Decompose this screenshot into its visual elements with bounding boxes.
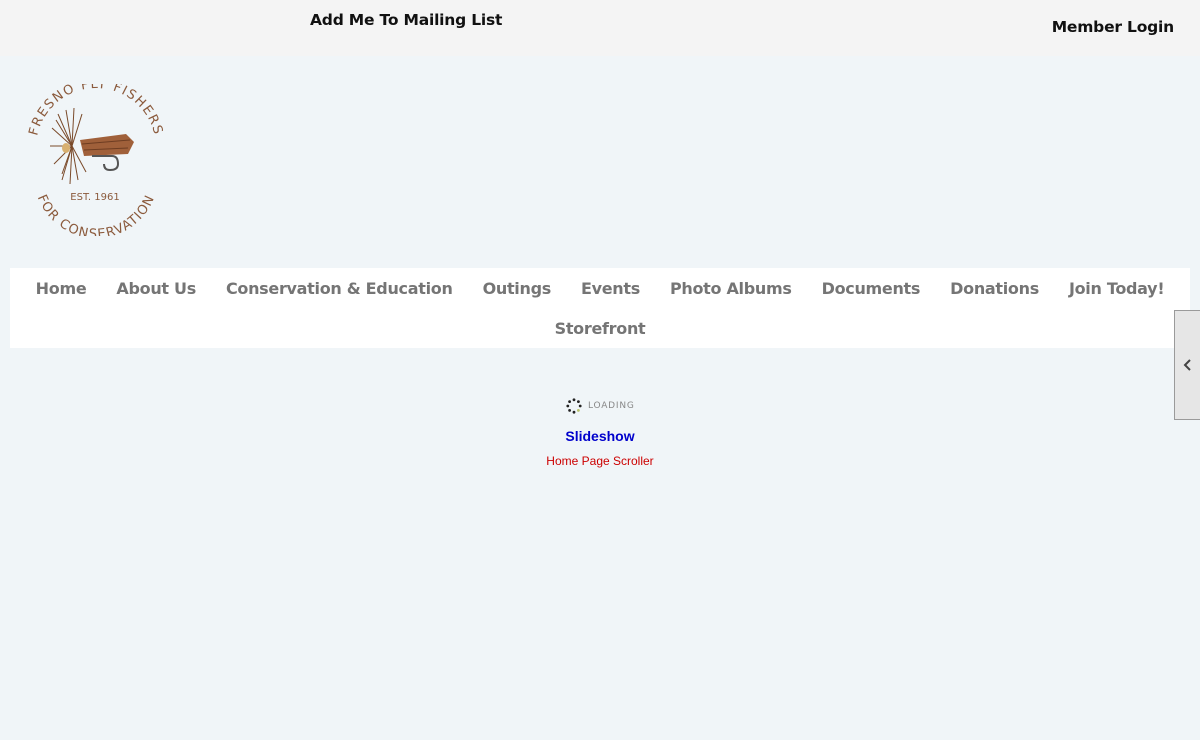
logo-top-text: FRESNO FLY FISHERS bbox=[26, 77, 164, 137]
fly-fishers-logo-graphic: FRESNO FLY FISHERS FOR CONSERVATION EST.… bbox=[26, 77, 165, 242]
slideshow-label: Slideshow bbox=[565, 428, 635, 444]
main-navigation: Home About Us Conservation & Education O… bbox=[10, 268, 1190, 348]
loading-text: LOADING bbox=[588, 401, 635, 411]
nav-events[interactable]: Events bbox=[566, 279, 655, 298]
member-login-link[interactable]: Member Login bbox=[1052, 18, 1175, 36]
nav-photo-albums[interactable]: Photo Albums bbox=[655, 279, 807, 298]
nav-home[interactable]: Home bbox=[21, 279, 102, 298]
home-page-scroller-label: Home Page Scroller bbox=[546, 454, 654, 468]
site-logo[interactable]: FRESNO FLY FISHERS FOR CONSERVATION EST.… bbox=[22, 77, 168, 242]
top-bar: Add Me To Mailing List Member Login bbox=[0, 0, 1200, 56]
nav-join-today[interactable]: Join Today! bbox=[1054, 279, 1179, 298]
nav-storefront[interactable]: Storefront bbox=[540, 319, 661, 338]
loading-spinner-icon bbox=[566, 398, 582, 414]
logo-established: EST. 1961 bbox=[70, 192, 119, 203]
loading-indicator: LOADING bbox=[566, 398, 635, 414]
nav-outings[interactable]: Outings bbox=[468, 279, 566, 298]
nav-documents[interactable]: Documents bbox=[807, 279, 936, 298]
side-panel-toggle[interactable] bbox=[1174, 310, 1200, 420]
nav-row: Storefront bbox=[10, 308, 1190, 348]
mailing-list-link[interactable]: Add Me To Mailing List bbox=[310, 11, 502, 29]
fly-icon bbox=[50, 107, 134, 185]
chevron-left-icon bbox=[1183, 359, 1191, 371]
nav-about-us[interactable]: About Us bbox=[101, 279, 211, 298]
nav-conservation-education[interactable]: Conservation & Education bbox=[211, 279, 468, 298]
svg-text:FRESNO FLY FISHERS: FRESNO FLY FISHERS bbox=[26, 84, 165, 137]
nav-donations[interactable]: Donations bbox=[935, 279, 1054, 298]
nav-row: Home About Us Conservation & Education O… bbox=[10, 268, 1190, 308]
